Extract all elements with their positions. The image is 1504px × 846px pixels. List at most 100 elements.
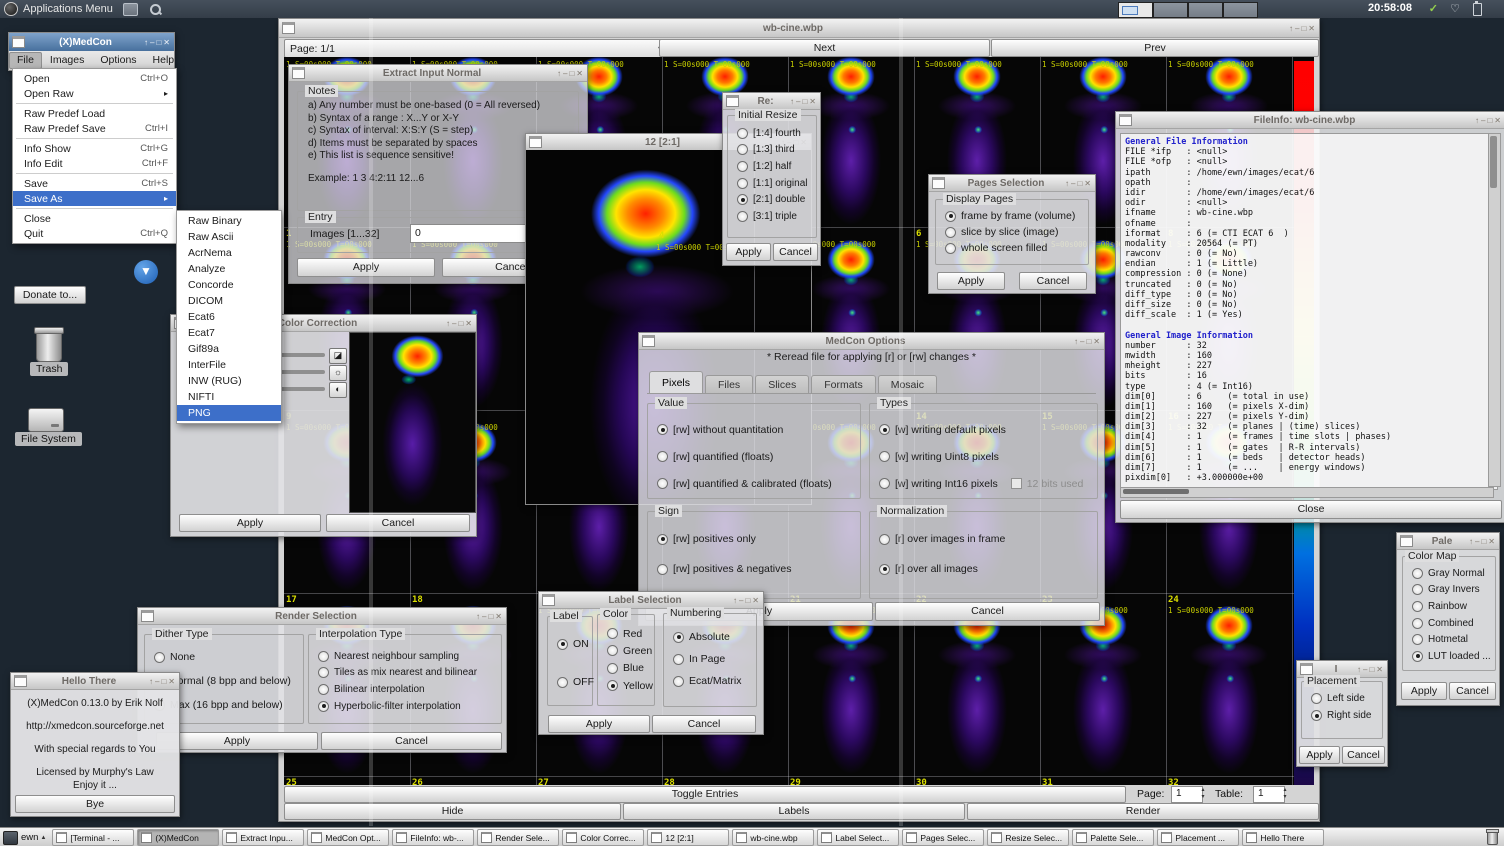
close-icon[interactable]: ✕ [1488,537,1495,546]
radio-icon[interactable] [1412,618,1423,629]
titlebar[interactable]: Pale↑‒□✕ [1397,533,1499,550]
minimize-icon[interactable]: ‒ [1363,665,1367,674]
horizontal-scrollbar[interactable] [1120,487,1494,498]
titlebar[interactable]: Render Selection↑‒□✕ [138,608,506,625]
radio-red[interactable]: Red [598,625,654,642]
minimize-icon[interactable]: ‒ [1295,24,1299,33]
menu-item-concorde[interactable]: Concorde [177,277,281,293]
menu-item-open-raw[interactable]: Open Raw▸ [13,86,176,101]
titlebar[interactable]: Pages Selection↑‒□✕ [929,175,1095,192]
taskbar-item-x-medcon[interactable]: (X)MedCon [137,829,219,846]
trash-icon[interactable] [36,330,62,362]
taskbar-item-extract-inpu[interactable]: Extract Inpu... [222,829,304,846]
radio-tiles-as-mix-nearest-and-bilinear[interactable]: Tiles as mix nearest and bilinear [309,665,501,682]
minimize-icon[interactable]: ‒ [1481,116,1485,125]
radio-icon[interactable] [737,161,748,172]
taskbar-item-label-select[interactable]: Label Select... [817,829,899,846]
radio-green[interactable]: Green [598,642,654,659]
menu-item-info-show[interactable]: Info ShowCtrl+G [13,141,176,156]
shade-icon[interactable]: ↑ [149,677,153,686]
updates-ok-icon[interactable]: ✓ [1429,2,1438,15]
menu-item-save-as[interactable]: Save As▸ [13,191,176,206]
minimize-icon[interactable]: ‒ [150,38,154,47]
radio-bilinear-interpolation[interactable]: Bilinear interpolation [309,681,501,698]
titlebar[interactable]: FileInfo: wb-cine.wbp↑‒□✕ [1116,112,1504,129]
radio-icon[interactable] [657,424,668,435]
shade-icon[interactable]: ↑ [446,319,450,328]
maximize-icon[interactable]: □ [1481,537,1486,546]
shade-icon[interactable]: ↑ [733,596,737,605]
titlebar[interactable]: Extract Input Normal↑‒□✕ [289,65,587,82]
battery-icon[interactable] [1473,3,1482,16]
radio-icon[interactable] [607,663,618,674]
close-icon[interactable]: ✕ [752,596,759,605]
radio-rainbow[interactable]: Rainbow [1403,598,1495,615]
radio-yellow[interactable]: Yellow [598,677,654,694]
taskbar-item-hello-there[interactable]: Hello There [1242,829,1324,846]
radio-icon[interactable] [318,684,329,695]
radio-icon[interactable] [673,654,684,665]
radio-on[interactable]: ON [548,625,592,663]
radio-icon[interactable] [945,227,956,238]
radio-icon[interactable] [737,211,748,222]
radio-icon[interactable] [737,128,748,139]
radio-icon[interactable] [557,677,568,688]
taskbar-item-pages-selec[interactable]: Pages Selec... [902,829,984,846]
close-icon[interactable]: ✕ [1308,24,1315,33]
radio-r-over-all-images[interactable]: [r] over all images [870,554,1097,584]
close-icon[interactable]: ✕ [809,97,816,106]
cancel-button[interactable]: Cancel [875,602,1100,621]
radio-1-4-fourth[interactable]: [1:4] fourth [728,125,816,142]
menu-options[interactable]: Options [92,52,144,69]
trash-label[interactable]: Trash [30,362,68,376]
shade-icon[interactable]: ↑ [144,38,148,47]
radio-hotmetal[interactable]: Hotmetal [1403,631,1495,648]
radio-icon[interactable] [607,645,618,656]
radio-icon[interactable] [657,564,668,575]
tab-formats[interactable]: Formats [811,375,876,394]
notes-icon[interactable]: ♡ [1450,2,1460,15]
maximize-icon[interactable]: □ [745,596,750,605]
menu-item-inw-rug[interactable]: INW (RUG) [177,373,281,389]
apply-button[interactable]: Apply [179,514,321,532]
radio-icon[interactable] [879,451,890,462]
apply-button[interactable]: Apply [156,732,318,750]
minimize-icon[interactable]: ‒ [155,677,159,686]
file-manager-icon[interactable] [123,3,138,16]
menu-item-close[interactable]: Close [13,211,176,226]
menu-item-save[interactable]: SaveCtrl+S [13,176,176,191]
radio-icon[interactable] [673,632,684,643]
menu-item-ecat6[interactable]: Ecat6 [177,309,281,325]
workspace-3[interactable] [1188,2,1223,18]
close-icon[interactable]: ✕ [1084,179,1091,188]
tab-files[interactable]: Files [705,375,753,394]
apply-button[interactable]: Apply [726,243,771,261]
next-button[interactable]: Next [659,39,990,57]
tab-slices[interactable]: Slices [755,375,809,394]
user-menu[interactable]: ewn [21,832,38,843]
radio-r-over-images-in-frame[interactable]: [r] over images in frame [870,524,1097,554]
maximize-icon[interactable]: □ [1077,179,1082,188]
radio-icon[interactable] [1412,584,1423,595]
radio-gray-invers[interactable]: Gray Invers [1403,582,1495,599]
scan-cell-30[interactable] [914,600,1040,783]
radio-icon[interactable] [657,534,668,545]
radio-1-1-original[interactable]: [1:1] original [728,175,816,192]
radio-icon[interactable] [1311,693,1322,704]
radio-icon[interactable] [945,211,956,222]
close-icon[interactable]: ✕ [576,69,583,78]
maximize-icon[interactable]: □ [569,69,574,78]
menu-item-dicom[interactable]: DICOM [177,293,281,309]
radio-icon[interactable] [154,652,165,663]
labels-button[interactable]: Labels [623,803,965,820]
page-spinner-arrows[interactable]: ▴▾ [1198,787,1208,801]
close-icon[interactable]: ✕ [1093,337,1100,346]
radio-icon[interactable] [607,628,618,639]
titlebar[interactable]: Label Selection↑‒□✕ [539,592,763,609]
radio-icon[interactable] [318,651,329,662]
contrast-icon[interactable]: ◐ [329,382,347,398]
minimize-icon[interactable]: ‒ [1475,537,1479,546]
radio-w-writing-int16-pixels[interactable]: [w] writing Int16 pixels12 bits used [870,470,1097,497]
close-icon[interactable]: ✕ [168,677,175,686]
taskbar-item-terminal[interactable]: [Terminal - ... [52,829,134,846]
